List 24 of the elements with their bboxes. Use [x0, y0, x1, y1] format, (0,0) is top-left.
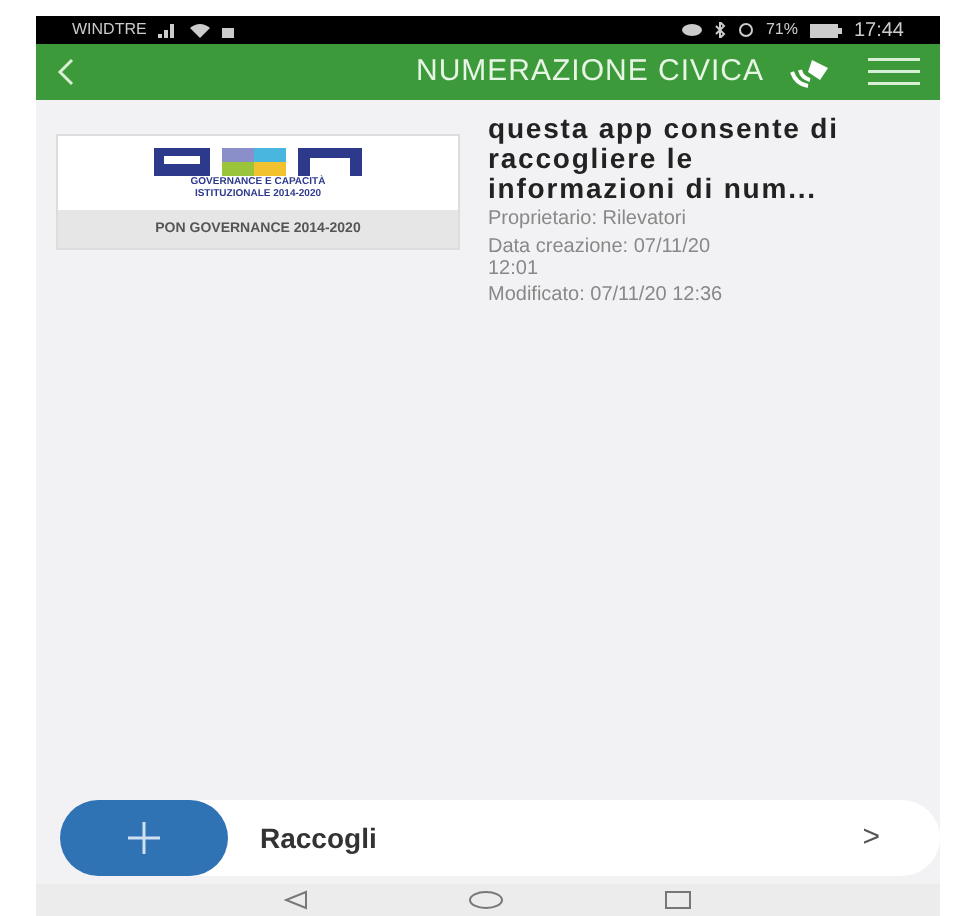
bluetooth-icon	[713, 22, 726, 38]
modified-text: Modificato: 07/11/20 12:36	[488, 282, 725, 308]
add-button[interactable]	[60, 800, 228, 876]
battery-icon	[809, 23, 842, 37]
home-icon[interactable]	[468, 890, 504, 910]
back-icon[interactable]	[56, 58, 76, 86]
chevron: >	[862, 817, 880, 858]
wifi-icon	[190, 22, 211, 38]
logo-icon	[154, 147, 362, 175]
recents-icon[interactable]	[664, 890, 692, 910]
app-title: NUMERAZIONE CIVICA	[415, 51, 764, 92]
clock: 17:44	[853, 17, 904, 45]
collect-bar[interactable]: Raccogli >	[60, 800, 940, 876]
back-nav-icon[interactable]	[284, 890, 308, 910]
satellite-icon[interactable]	[788, 56, 832, 88]
carrier-label: WINDTRE	[72, 18, 147, 42]
plus-icon	[128, 822, 160, 854]
battery-percent: 71%	[765, 18, 798, 42]
owner-text: Proprietario: Rilevatori	[488, 206, 688, 232]
collect-label: Raccogli	[260, 819, 379, 858]
signal-icon	[158, 22, 179, 38]
created-text: Data creazione: 07/11/20 12:01	[488, 236, 713, 280]
menu-icon[interactable]	[868, 58, 920, 86]
item-title[interactable]: questa app consente di raccogliere le informazioni di num...	[488, 114, 868, 204]
